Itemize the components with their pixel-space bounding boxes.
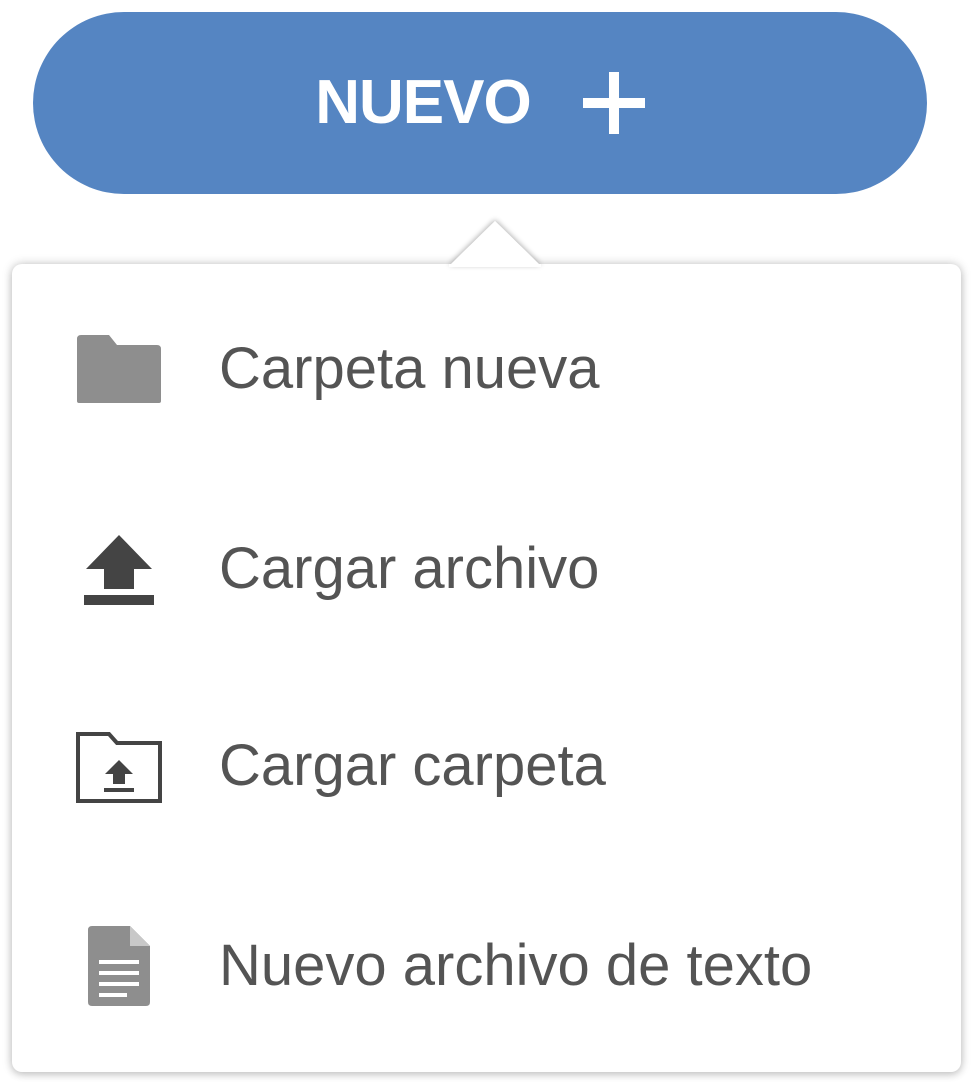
- menu-item-label: Nuevo archivo de texto: [219, 933, 813, 998]
- folder-icon: [74, 324, 164, 414]
- menu-item-upload-file[interactable]: Cargar archivo: [12, 474, 961, 664]
- new-menu-dropdown: Carpeta nueva Cargar archivo Cargar carp…: [12, 264, 961, 1072]
- folder-upload-icon: [74, 721, 164, 811]
- upload-icon: [74, 524, 164, 614]
- new-button-label: NUEVO: [315, 68, 531, 137]
- plus-icon: [582, 72, 645, 134]
- menu-item-label: Carpeta nueva: [219, 336, 600, 401]
- menu-item-upload-folder[interactable]: Cargar carpeta: [12, 671, 961, 861]
- new-button[interactable]: NUEVO: [33, 12, 927, 194]
- menu-item-label: Cargar carpeta: [219, 733, 606, 798]
- menu-item-new-text-file[interactable]: Nuevo archivo de texto: [12, 871, 961, 1061]
- new-menu-list: Carpeta nueva Cargar archivo Cargar carp…: [12, 264, 961, 1072]
- text-file-icon: [74, 921, 164, 1011]
- menu-item-new-folder[interactable]: Carpeta nueva: [12, 274, 961, 464]
- menu-caret: [449, 221, 541, 267]
- menu-item-label: Cargar archivo: [219, 536, 600, 601]
